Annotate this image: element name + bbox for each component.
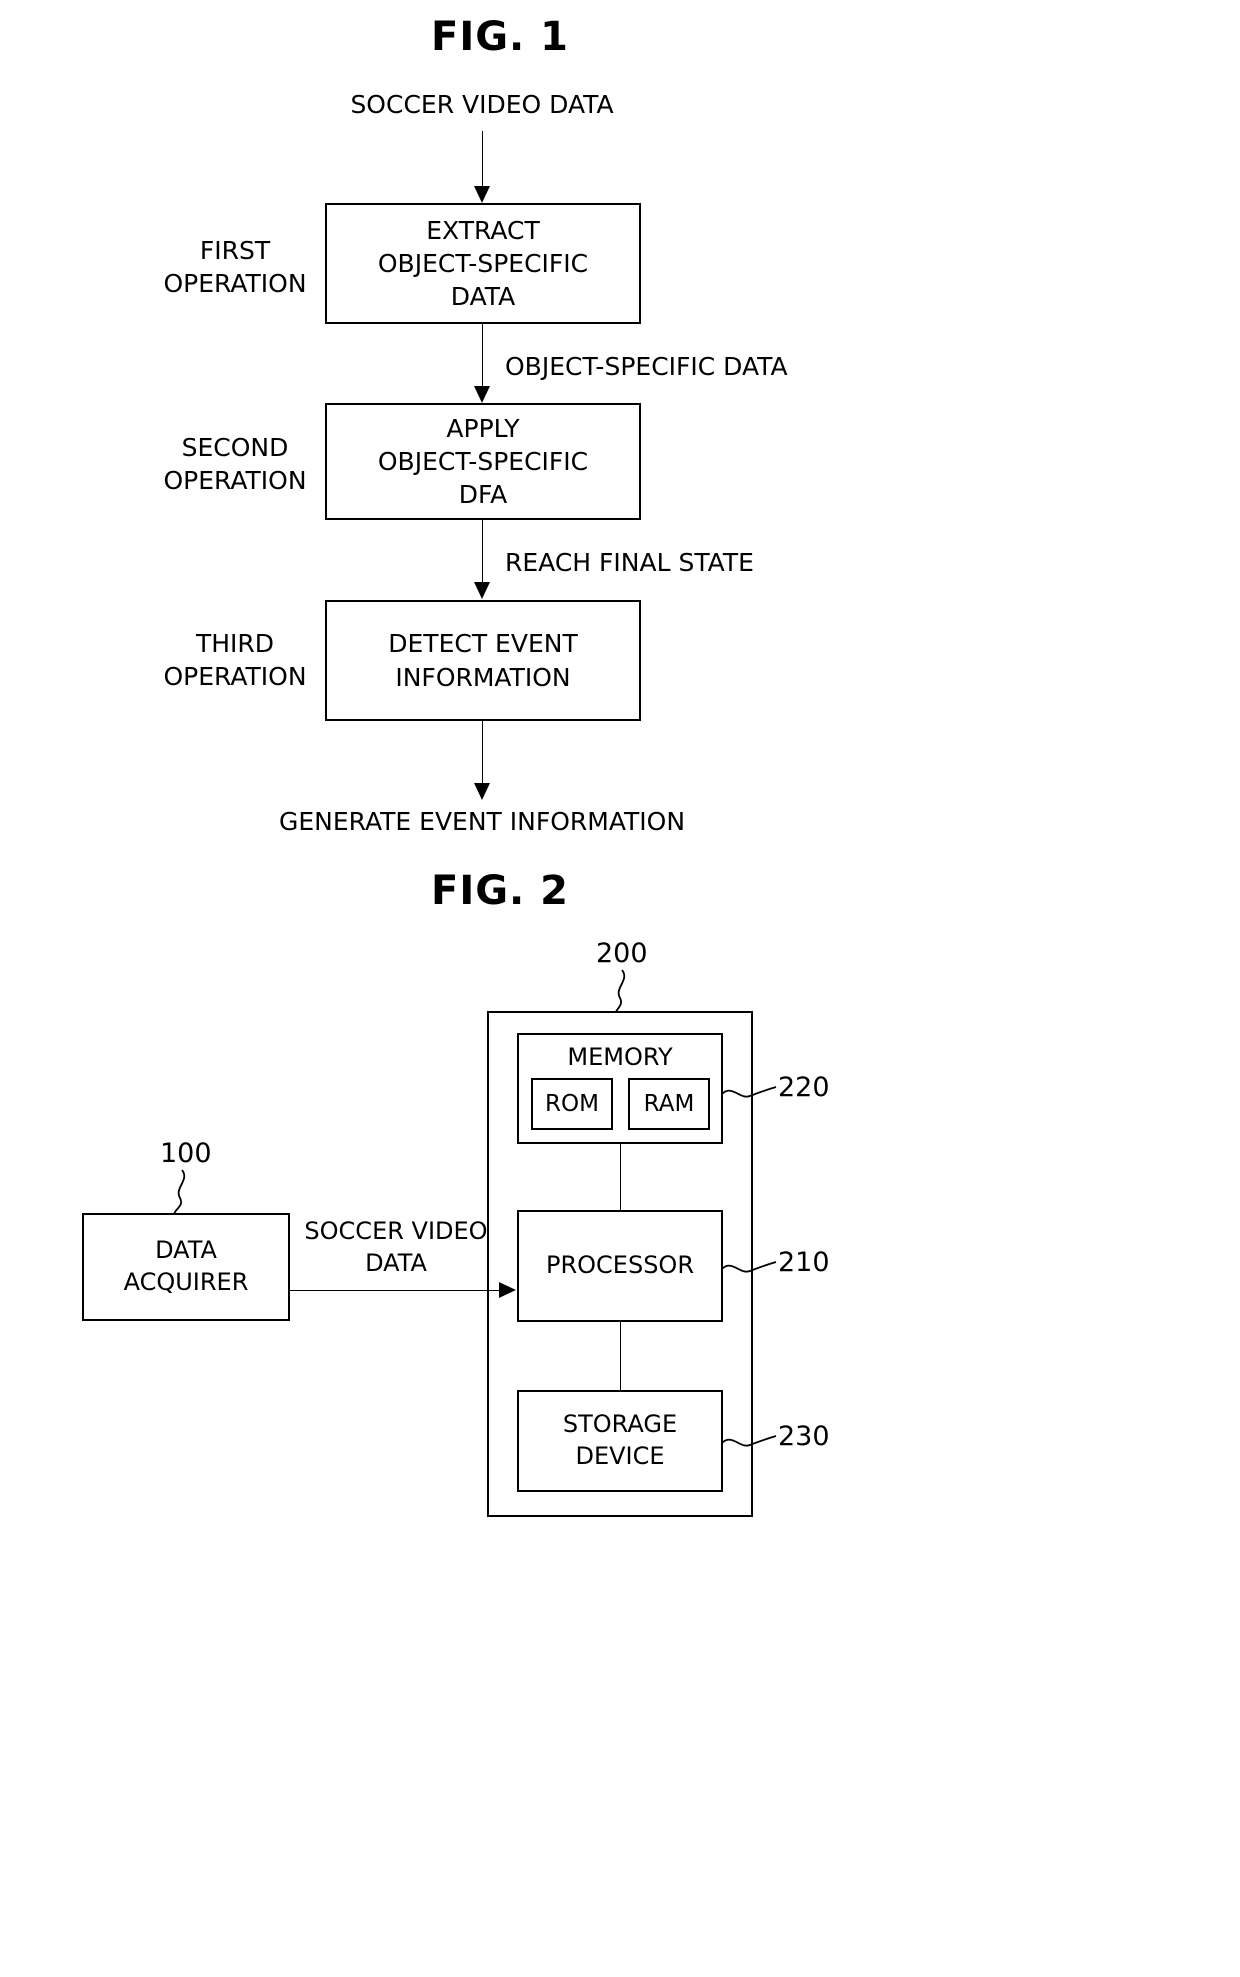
fig2-block-processor: PROCESSOR — [517, 1210, 723, 1322]
fig1-step-box-apply-dfa: APPLY OBJECT-SPECIFIC DFA — [325, 403, 641, 520]
fig2-block-storage-device-label: STORAGE DEVICE — [562, 1410, 678, 1470]
fig2-arrow-acquirer-processor-head — [499, 1282, 516, 1298]
fig2-block-data-acquirer: DATA ACQUIRER — [82, 1213, 290, 1321]
fig2-connector-processor-storage — [620, 1322, 621, 1390]
fig2-arrow-acquirer-processor-line — [290, 1290, 502, 1291]
fig2-leader-100 — [173, 1169, 186, 1215]
fig2-block-rom: ROM — [531, 1078, 613, 1130]
fig2-connector-memory-processor — [620, 1144, 621, 1210]
fig1-step-box-detect-event: DETECT EVENT INFORMATION — [325, 600, 641, 721]
patent-drawing-sheet: FIG. 1 SOCCER VIDEO DATA FIRST OPERATION… — [0, 0, 1240, 1977]
fig1-arrow-output-head — [474, 783, 490, 800]
fig1-arrow-2-3-line — [482, 520, 483, 582]
fig1-arrow-1-2-line — [482, 324, 483, 386]
fig1-step-box-extract-label: EXTRACT OBJECT-SPECIFIC DATA — [377, 215, 589, 312]
fig2-ref-200: 200 — [596, 938, 648, 969]
fig2-ref-230: 230 — [778, 1421, 830, 1452]
fig2-ref-220: 220 — [778, 1072, 830, 1103]
fig1-arrow-1-2-head — [474, 386, 490, 403]
fig2-ref-100: 100 — [160, 1138, 212, 1169]
fig1-edge-label-object-specific-data: OBJECT-SPECIFIC DATA — [505, 352, 788, 381]
fig1-arrow-input-head — [474, 186, 490, 203]
fig1-step-box-detect-event-label: DETECT EVENT INFORMATION — [388, 629, 578, 692]
fig1-input-label: SOCCER VIDEO DATA — [350, 90, 614, 119]
fig2-block-rom-label: ROM — [545, 1090, 599, 1117]
fig1-step-box-extract: EXTRACT OBJECT-SPECIFIC DATA — [325, 203, 641, 324]
fig2-block-memory-label: MEMORY — [567, 1043, 673, 1071]
fig2-block-ram-label: RAM — [643, 1090, 695, 1117]
fig2-block-ram: RAM — [628, 1078, 710, 1130]
fig1-edge-label-reach-final-state: REACH FINAL STATE — [505, 548, 754, 577]
figure-1-title: FIG. 1 — [431, 14, 569, 60]
fig1-arrow-input-line — [482, 131, 483, 186]
figure-2-title: FIG. 2 — [431, 868, 569, 914]
fig2-ref-210: 210 — [778, 1247, 830, 1278]
fig1-arrow-output-line — [482, 721, 483, 783]
fig2-block-processor-label: PROCESSOR — [546, 1251, 694, 1280]
fig2-leader-210 — [721, 1261, 777, 1273]
fig1-step-box-apply-dfa-label: APPLY OBJECT-SPECIFIC DFA — [377, 413, 589, 510]
fig2-edge-label-soccer-video-data: SOCCER VIDEO DATA — [304, 1217, 488, 1277]
fig1-output-label: GENERATE EVENT INFORMATION — [278, 807, 686, 836]
fig1-arrow-2-3-head — [474, 582, 490, 599]
fig2-block-data-acquirer-label: DATA ACQUIRER — [123, 1236, 249, 1296]
fig2-block-storage-device: STORAGE DEVICE — [517, 1390, 723, 1492]
fig2-leader-230 — [721, 1435, 777, 1447]
fig2-leader-220 — [721, 1086, 777, 1098]
